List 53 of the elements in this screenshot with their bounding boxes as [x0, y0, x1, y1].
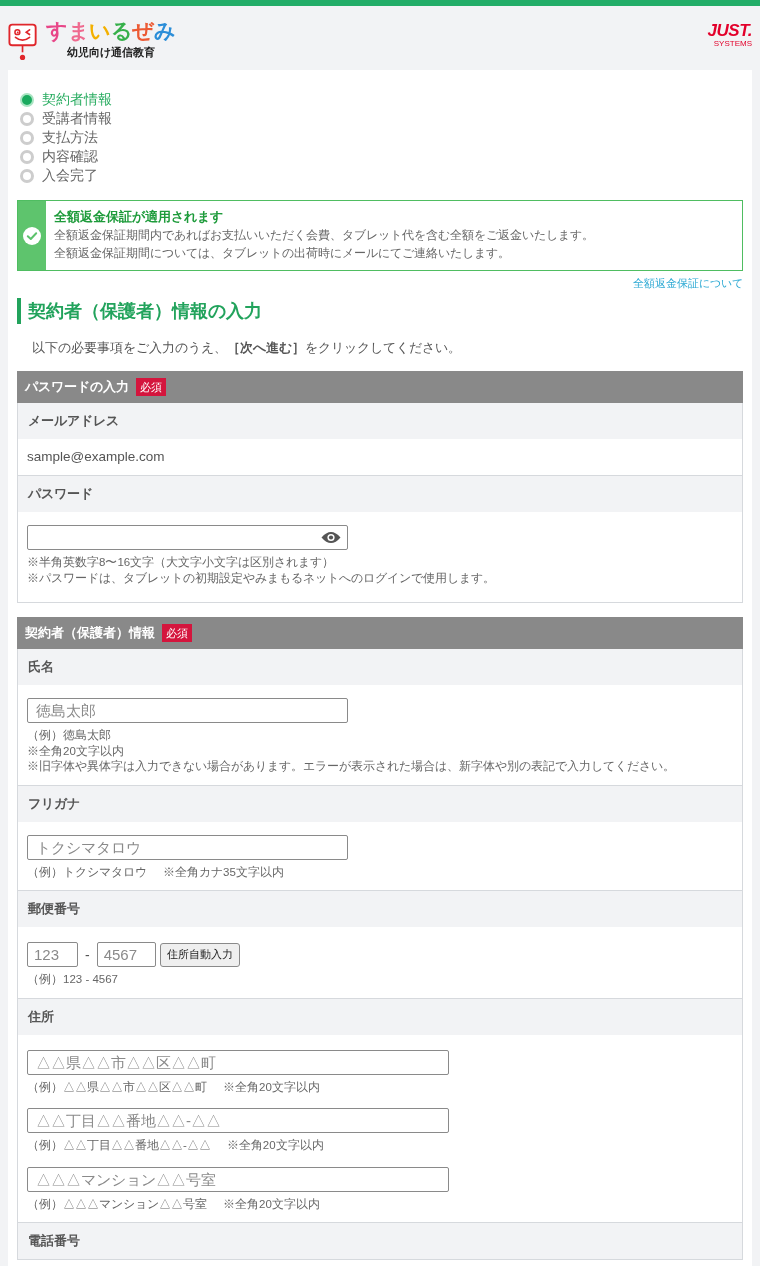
- logo-text: すまいるぜみ: [46, 18, 175, 44]
- text-field[interactable]: トクシマタロウ: [27, 834, 348, 860]
- eye-icon[interactable]: [321, 531, 341, 544]
- brand-subname: SYSTEMS: [713, 39, 752, 48]
- field-label: メールアドレス: [18, 403, 742, 439]
- hint-text: ※半角英数字8〜16文字（大文字小文字は区別されます）: [27, 555, 335, 570]
- hint-text: ※全角カナ35文字以内: [163, 864, 284, 880]
- hint-text: （例）123 - 4567: [27, 972, 118, 987]
- hint-text: ※全角20文字以内: [223, 1079, 320, 1095]
- address-field[interactable]: △△丁目△△番地△△-△△: [27, 1108, 449, 1133]
- intro-text: 以下の必要事項をご入力のうえ、［次へ進む］をクリックしてください。: [32, 339, 462, 357]
- hint-text: ※全角20文字以内: [27, 743, 124, 759]
- address-field[interactable]: △△△マンション△△号室: [27, 1166, 449, 1192]
- step-label: 入会完了: [42, 166, 98, 185]
- notice-title: 全額返金保証が適用されます: [54, 208, 224, 226]
- password-field[interactable]: [27, 525, 348, 550]
- required-badge: 必須: [162, 624, 192, 642]
- hint-text: ※全角20文字以内: [226, 1138, 324, 1153]
- brand-name: JUST.: [707, 22, 752, 39]
- section-title: パスワードの入力: [25, 378, 129, 396]
- field-label: フリガナ: [18, 784, 742, 822]
- field-label: パスワード: [18, 475, 742, 512]
- hint-text: （例）徳島太郎: [27, 728, 111, 743]
- hint-text: ※パスワードは、タブレットの初期設定やみまもるネットへのログインで使用します。: [27, 570, 495, 586]
- smiling-speech-bubble-icon: [8, 23, 38, 61]
- separator-text: -: [85, 946, 90, 963]
- postal-code-field[interactable]: 4567: [96, 942, 156, 967]
- field-label: 郵便番号: [18, 890, 742, 927]
- hint-text: （例）△△丁目△△番地△△-△△: [27, 1138, 211, 1153]
- notice-text: 全額返金保証期間内であればお支払いいただく会費、タブレット代を含む全額をご返金いたします。: [54, 228, 594, 243]
- hint-text: ※全角20文字以内: [223, 1196, 320, 1212]
- step-label: 内容確認: [42, 147, 98, 166]
- field-value: sample@example.com: [26, 448, 166, 466]
- postal-code-field[interactable]: 123: [27, 942, 78, 967]
- field-label: 住所: [18, 997, 742, 1035]
- check-circle-icon: [23, 226, 41, 245]
- hint-text: ※旧字体や異体字は入力できない場合があります。エラーが表示された場合は、新字体や別の表記で入力してください。: [27, 759, 675, 775]
- step-label: 受講者情報: [42, 109, 112, 128]
- field-label: 氏名: [18, 649, 742, 685]
- hint-text: （例）△△県△△市△△区△△町: [27, 1079, 207, 1095]
- hint-text: （例）トクシマタロウ: [27, 864, 147, 880]
- address-lookup-button[interactable]: 住所自動入力: [159, 942, 240, 967]
- required-badge: 必須: [136, 378, 166, 396]
- page-heading: 契約者（保護者）情報の入力: [17, 298, 743, 324]
- logo-subtitle: 幼児向け通信教育: [66, 46, 155, 59]
- step-label: 支払方法: [42, 128, 98, 147]
- step-label: 契約者情報: [42, 90, 112, 109]
- section-title: 契約者（保護者）情報: [25, 624, 155, 642]
- hint-text: （例）△△△マンション△△号室: [27, 1196, 207, 1212]
- text-field[interactable]: 徳島太郎: [27, 698, 348, 723]
- address-field[interactable]: △△県△△市△△区△△町: [27, 1049, 449, 1075]
- field-label: 電話番号: [18, 1222, 742, 1259]
- notice-text: 全額返金保証期間については、タブレットの出荷時にメールにてご連絡いたします。: [54, 246, 511, 261]
